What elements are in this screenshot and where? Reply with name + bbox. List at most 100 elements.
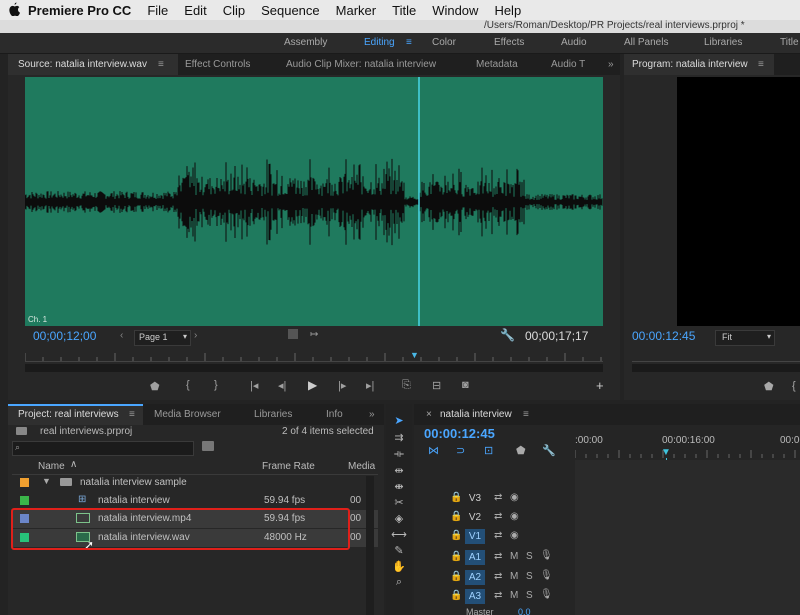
tab-source-menu-icon[interactable]: ≡ bbox=[158, 59, 164, 70]
timeline-settings-wrench-icon[interactable]: 🔧 bbox=[542, 444, 556, 457]
workspace-effects[interactable]: Effects bbox=[494, 37, 524, 48]
tab-audio-clip-mixer[interactable]: Audio Clip Mixer: natalia interview bbox=[286, 59, 436, 70]
eye-icon[interactable]: ◉ bbox=[510, 511, 519, 522]
track-label[interactable]: A1 bbox=[465, 550, 485, 565]
page-prev-icon[interactable]: ‹ bbox=[120, 330, 123, 341]
page-dropdown[interactable]: Page 1 ▾ bbox=[134, 330, 191, 346]
lock-icon[interactable]: 🔒 bbox=[450, 492, 462, 503]
panel-overflow-icon[interactable]: » bbox=[608, 59, 614, 70]
page-next-icon[interactable]: › bbox=[194, 330, 197, 341]
panel-overflow-icon[interactable]: » bbox=[369, 409, 375, 420]
solo-button[interactable]: S bbox=[526, 571, 533, 582]
tab-project-menu-icon[interactable]: ≡ bbox=[129, 409, 135, 420]
program-mark-in-icon[interactable]: { bbox=[792, 380, 796, 392]
menu-file[interactable]: File bbox=[147, 3, 168, 18]
app-menu[interactable]: Premiere Pro CC bbox=[28, 3, 131, 18]
settings-square-icon[interactable] bbox=[288, 329, 298, 339]
source-timecode-in[interactable]: 00;00;12;00 bbox=[33, 329, 96, 343]
timeline-playhead-marker[interactable]: ▼ bbox=[661, 447, 671, 458]
zoom-tool-icon[interactable]: ⌕ bbox=[390, 576, 408, 589]
disclosure-triangle-icon[interactable]: ▼ bbox=[42, 476, 51, 486]
program-timecode[interactable]: 00:00:12:45 bbox=[632, 329, 695, 343]
ripple-edit-tool-icon[interactable]: ⟛ bbox=[390, 448, 408, 461]
master-volume-value[interactable]: 0.0 bbox=[518, 607, 531, 615]
microphone-icon[interactable]: 🎙 bbox=[540, 570, 553, 581]
go-to-in-icon[interactable]: |◂ bbox=[250, 379, 258, 392]
sync-lock-icon[interactable]: ⇄ bbox=[494, 530, 502, 541]
lock-icon[interactable]: 🔒 bbox=[450, 511, 462, 522]
linked-selection-icon[interactable]: ⊃ bbox=[456, 444, 465, 457]
microphone-icon[interactable]: 🎙 bbox=[540, 550, 553, 561]
menu-clip[interactable]: Clip bbox=[223, 3, 245, 18]
tab-effect-controls[interactable]: Effect Controls bbox=[185, 59, 250, 70]
menu-edit[interactable]: Edit bbox=[184, 3, 206, 18]
sort-ascending-icon[interactable]: ∧ bbox=[70, 459, 77, 470]
workspace-editing[interactable]: Editing bbox=[364, 37, 395, 48]
add-button-icon[interactable]: + bbox=[596, 378, 604, 393]
fit-dropdown[interactable]: Fit ▾ bbox=[715, 330, 775, 346]
source-time-ruler[interactable] bbox=[24, 351, 603, 362]
tab-program[interactable]: Program: natalia interview bbox=[632, 59, 748, 70]
sync-lock-icon[interactable]: ⇄ bbox=[494, 551, 502, 562]
project-scrollbar[interactable] bbox=[366, 476, 374, 615]
tab-info[interactable]: Info bbox=[326, 409, 343, 420]
menu-help[interactable]: Help bbox=[494, 3, 521, 18]
list-item[interactable]: ▼ natalia interview sample bbox=[12, 474, 378, 492]
program-zoom-scrollbar[interactable] bbox=[632, 364, 800, 372]
tab-libraries[interactable]: Libraries bbox=[254, 409, 292, 420]
play-icon[interactable]: ▶ bbox=[308, 378, 317, 392]
menu-window[interactable]: Window bbox=[432, 3, 478, 18]
go-to-out-icon[interactable]: ▸| bbox=[366, 379, 374, 392]
slip-tool-icon[interactable]: ◈ bbox=[390, 512, 408, 525]
track-label[interactable]: V1 bbox=[465, 529, 485, 544]
track-label[interactable]: V2 bbox=[465, 510, 485, 525]
rate-stretch-tool-icon[interactable]: ⇼ bbox=[390, 480, 408, 493]
hand-tool-icon[interactable]: ✋ bbox=[390, 560, 408, 573]
lock-icon[interactable]: 🔒 bbox=[450, 571, 462, 582]
column-media[interactable]: Media bbox=[348, 461, 375, 472]
workspace-assembly[interactable]: Assembly bbox=[284, 37, 327, 48]
sync-lock-icon[interactable]: ⇄ bbox=[494, 571, 502, 582]
solo-button[interactable]: S bbox=[526, 551, 533, 562]
selection-tool-icon[interactable]: ➤ bbox=[390, 414, 408, 427]
workspace-title[interactable]: Title bbox=[780, 37, 799, 48]
track-label[interactable]: V3 bbox=[465, 491, 485, 506]
menu-marker[interactable]: Marker bbox=[336, 3, 376, 18]
timeline-track-area[interactable] bbox=[575, 460, 800, 615]
mute-button[interactable]: M bbox=[510, 551, 518, 562]
search-input[interactable]: ⌕ bbox=[12, 441, 194, 456]
eye-icon[interactable]: ◉ bbox=[510, 530, 519, 541]
workspace-color[interactable]: Color bbox=[432, 37, 456, 48]
column-name[interactable]: Name bbox=[38, 461, 65, 472]
tab-source[interactable]: Source: natalia interview.wav bbox=[18, 59, 147, 70]
lock-icon[interactable]: 🔒 bbox=[450, 530, 462, 541]
eye-icon[interactable]: ◉ bbox=[510, 492, 519, 503]
workspace-audio[interactable]: Audio bbox=[561, 37, 587, 48]
timeline-marker-icon[interactable]: ⬟ bbox=[516, 444, 526, 457]
label-color-swatch[interactable] bbox=[20, 478, 29, 487]
pen-tool-icon[interactable]: ✎ bbox=[390, 544, 408, 557]
tab-program-menu-icon[interactable]: ≡ bbox=[758, 59, 764, 70]
export-frame-icon[interactable]: ◙ bbox=[462, 379, 469, 391]
track-select-tool-icon[interactable]: ⇉ bbox=[390, 431, 408, 444]
timeline-timecode[interactable]: 00:00:12:45 bbox=[424, 426, 495, 441]
mark-in-icon[interactable]: { bbox=[186, 379, 190, 391]
sync-lock-icon[interactable]: ⇄ bbox=[494, 492, 502, 503]
solo-button[interactable]: S bbox=[526, 590, 533, 601]
column-frame-rate[interactable]: Frame Rate bbox=[262, 461, 315, 472]
tab-media-browser[interactable]: Media Browser bbox=[154, 409, 221, 420]
tab-sequence[interactable]: natalia interview bbox=[440, 409, 512, 420]
mute-button[interactable]: M bbox=[510, 571, 518, 582]
step-forward-icon[interactable]: |▸ bbox=[338, 379, 346, 392]
insert-icon[interactable]: ⎘ bbox=[402, 379, 411, 392]
mark-out-icon[interactable]: } bbox=[214, 379, 218, 391]
rolling-edit-tool-icon[interactable]: ⇹ bbox=[390, 464, 408, 477]
track-label[interactable]: A3 bbox=[465, 589, 485, 604]
add-marker-timeline-icon[interactable]: ⊡ bbox=[484, 444, 493, 457]
program-video-frame[interactable] bbox=[677, 77, 800, 326]
razor-tool-icon[interactable]: ✂ bbox=[390, 496, 408, 509]
drag-audio-icon[interactable]: ↦ bbox=[310, 329, 318, 340]
source-zoom-scrollbar[interactable] bbox=[25, 364, 603, 372]
snap-icon[interactable]: ⋈ bbox=[428, 444, 439, 457]
workspace-menu-icon[interactable]: ≡ bbox=[406, 37, 412, 48]
